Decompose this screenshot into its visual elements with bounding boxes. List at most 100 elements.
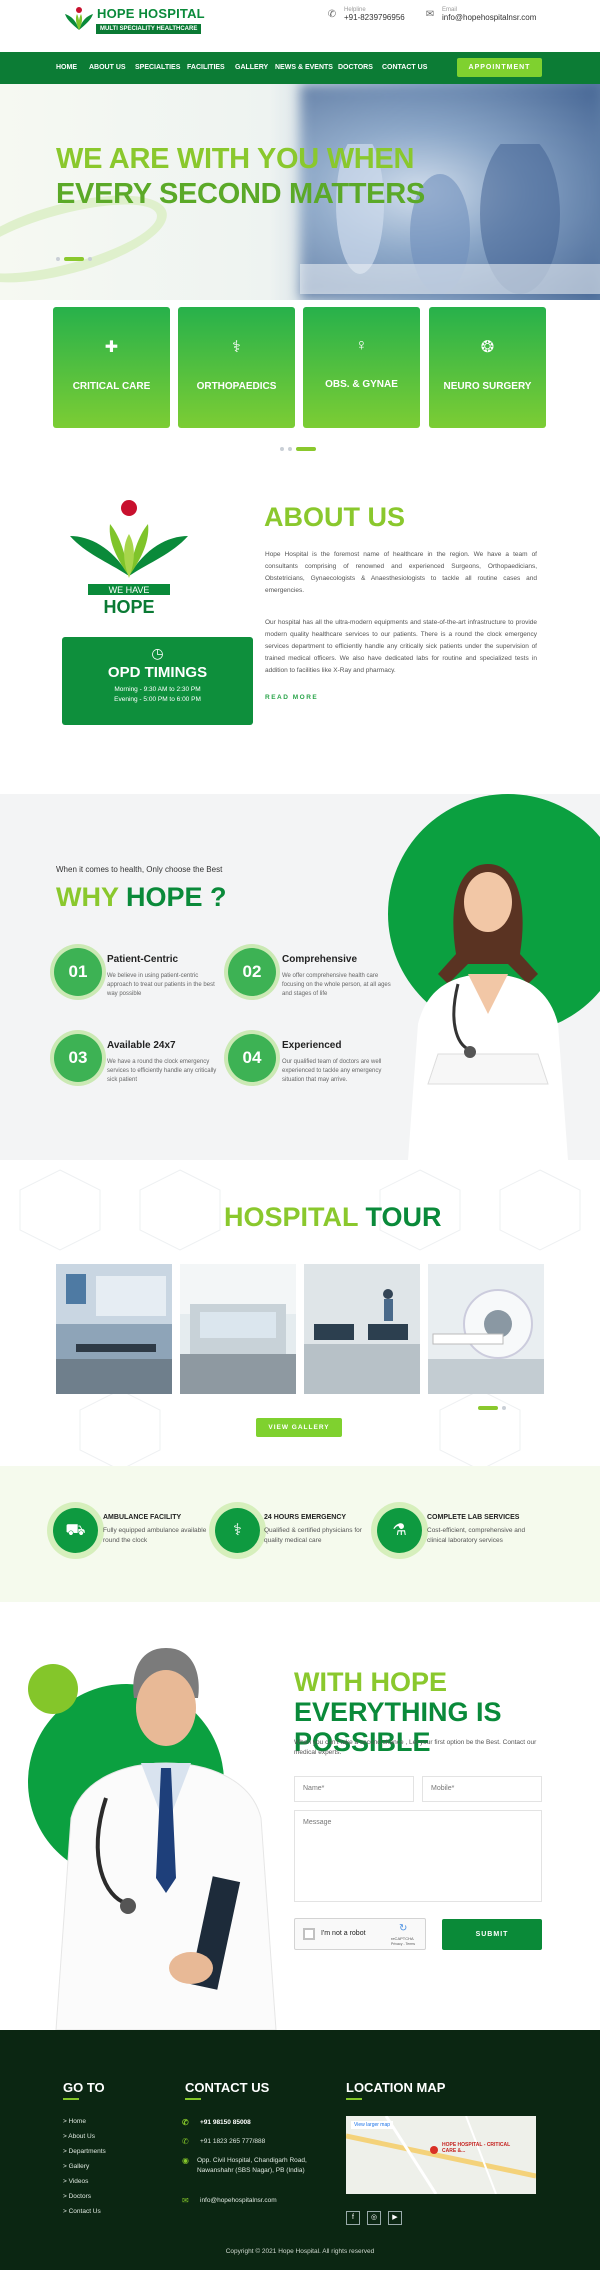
email-info[interactable]: ✉ Email info@hopehospitalnsr.com <box>424 7 537 22</box>
service-desc: Cost-efficient, comprehensive and clinic… <box>427 1527 526 1544</box>
nav-contact-us[interactable]: CONTACT US <box>382 52 427 84</box>
hero-line-2: EVERY SECOND MATTERS <box>56 178 425 210</box>
services-strip: ⛟ AMBULANCE FACILITY Fully equipped ambu… <box>0 1466 600 1602</box>
hero-slider: WE ARE WITH YOU WHEN EVERY SECOND MATTER… <box>0 84 600 300</box>
recaptcha-terms[interactable]: Privacy - Terms <box>391 1942 415 1946</box>
footer-link-gallery[interactable]: > Gallery <box>63 2159 106 2174</box>
footer-link-doctors[interactable]: > Doctors <box>63 2189 106 2204</box>
slide-dot[interactable] <box>288 447 292 451</box>
slide-dot[interactable] <box>280 447 284 451</box>
about-paragraph-2: Our hospital has all the ultra-modern eq… <box>265 619 537 674</box>
opd-morning: Morning - 9:30 AM to 2:30 PM <box>114 686 201 693</box>
email-text: info@hopehospitalnsr.com <box>200 2197 277 2204</box>
service-title: 24 HOURS EMERGENCY <box>264 1514 347 1521</box>
gallery-photo-ct-scan[interactable] <box>428 1264 544 1394</box>
slide-dot-active[interactable] <box>478 1406 498 1410</box>
feature-desc: We believe in using patient-centric appr… <box>107 973 215 997</box>
opd-evening: Evening - 5:00 PM to 6:00 PM <box>114 696 201 703</box>
title-underline <box>185 2098 201 2100</box>
nav-home[interactable]: HOME <box>56 52 77 84</box>
facebook-icon[interactable]: f <box>346 2211 360 2225</box>
location-map[interactable]: View larger map HOPE HOSPITAL - CRITICAL… <box>346 2116 536 2194</box>
footer-link-videos[interactable]: > Videos <box>63 2174 106 2189</box>
feature-title: Available 24x7 <box>107 1040 176 1051</box>
site-header: HOPE HOSPITAL MULTI SPECIALITY HEALTHCAR… <box>0 0 600 52</box>
recaptcha-checkbox[interactable] <box>303 1928 315 1940</box>
footer-address: ◉ Opp. Civil Hospital, Chandigarh Road, N… <box>182 2156 332 2176</box>
ambulance-icon: ⛟ <box>53 1508 98 1553</box>
message-field[interactable]: Message <box>294 1810 542 1902</box>
specialty-card-orthopaedics[interactable]: ⚕ ORTHOPAEDICS <box>178 307 295 428</box>
footer-phone-2[interactable]: ✆ +91 1823 265 777/888 <box>182 2137 265 2147</box>
feature-number: 02 <box>228 948 276 996</box>
read-more-link[interactable]: READ MORE <box>265 694 318 701</box>
footer-email[interactable]: ✉ info@hopehospitalnsr.com <box>182 2196 277 2206</box>
nav-specialties[interactable]: SPECIALTIES <box>135 52 180 84</box>
recaptcha-widget[interactable]: I'm not a robot ↻ reCAPTCHA Privacy - Te… <box>294 1918 426 1950</box>
appointment-button[interactable]: APPOINTMENT <box>457 58 542 77</box>
contact-subtext: When you can't take a second chance , Le… <box>294 1739 537 1756</box>
hope-logo-icon[interactable] <box>64 6 94 32</box>
feature-number: 01 <box>54 948 102 996</box>
nav-about-us[interactable]: ABOUT US <box>89 52 126 84</box>
tour-title: HOSPITAL TOUR <box>224 1202 442 1233</box>
submit-button[interactable]: SUBMIT <box>442 1919 542 1950</box>
feature-desc: Our qualified team of doctors are well e… <box>282 1059 382 1083</box>
specialty-card-obs-gynae[interactable]: ♀ OBS. & GYNAE <box>303 307 420 428</box>
recaptcha-logo-icon: ↻ <box>399 1923 408 1934</box>
heart-pulse-icon: ✚ <box>104 339 119 356</box>
slide-dot-active[interactable] <box>296 447 316 451</box>
name-field[interactable]: Name* <box>294 1776 414 1802</box>
gallery-photo-reception[interactable] <box>180 1264 296 1394</box>
nav-facilities[interactable]: FACILITIES <box>187 52 225 84</box>
about-paragraph-1: Hope Hospital is the foremost name of he… <box>265 551 537 594</box>
copyright-text: Copyright © 2021 Hope Hospital. All righ… <box>225 2248 375 2255</box>
hospital-tour-section: HOSPITAL TOUR VIEW GALLERY <box>0 1160 600 1466</box>
specialty-card-neuro-surgery[interactable]: ❂ NEURO SURGERY <box>429 307 546 428</box>
helpline-info[interactable]: ✆ Helpline +91-8239796956 <box>326 7 405 22</box>
footer-link-departments[interactable]: > Departments <box>63 2144 106 2159</box>
gallery-photo-corridor[interactable] <box>304 1264 420 1394</box>
tour-title-a: HOSPITAL <box>224 1202 366 1232</box>
specialty-card-critical-care[interactable]: ✚ CRITICAL CARE <box>53 307 170 428</box>
footer-map-title: LOCATION MAP <box>346 2080 446 2095</box>
why-title-b: HOPE ? <box>126 882 227 912</box>
phone-icon: ✆ <box>182 2137 189 2146</box>
youtube-icon[interactable]: ▶ <box>388 2211 402 2225</box>
address-text: Opp. Civil Hospital, Chandigarh Road, Na… <box>196 2157 307 2174</box>
footer-link-contact-us[interactable]: > Contact Us <box>63 2204 106 2219</box>
service-desc: Qualified & certified physicians for qua… <box>264 1527 362 1544</box>
view-gallery-button[interactable]: VIEW GALLERY <box>256 1418 342 1437</box>
slide-dot[interactable] <box>88 257 92 261</box>
footer-link-home[interactable]: > Home <box>63 2114 106 2129</box>
mobile-field[interactable]: Mobile* <box>422 1776 542 1802</box>
view-larger-map-link[interactable]: View larger map <box>351 2121 394 2129</box>
slide-dot-active[interactable] <box>64 257 84 261</box>
nav-gallery[interactable]: GALLERY <box>235 52 268 84</box>
map-place-label: HOPE HOSPITAL - CRITICAL CARE &... <box>442 2142 511 2154</box>
slide-dot[interactable] <box>502 1406 506 1410</box>
specialty-label: CRITICAL CARE <box>72 381 151 392</box>
why-title: WHY HOPE ? <box>56 882 227 913</box>
gallery-photo-waiting-area[interactable] <box>56 1264 172 1394</box>
brand-title: HOPE HOSPITAL <box>97 6 205 21</box>
flask-icon: ⚗ <box>377 1508 422 1553</box>
nav-news-events[interactable]: NEWS & EVENTS <box>275 52 333 84</box>
tour-title-b: TOUR <box>365 1202 442 1232</box>
slide-dot[interactable] <box>56 257 60 261</box>
specialty-label: OBS. & GYNAE <box>325 379 398 390</box>
location-pin-icon: ◉ <box>182 2156 189 2165</box>
footer-phone-1[interactable]: ✆ +91 98150 85008 <box>182 2118 251 2128</box>
email-address: info@hopehospitalnsr.com <box>442 13 537 22</box>
logo-tag-we-have: WE HAVE <box>109 585 150 595</box>
phone-icon: ✆ <box>182 2118 189 2127</box>
footer-contact-title: CONTACT US <box>185 2080 270 2095</box>
opd-title: OPD TIMINGS <box>107 664 208 681</box>
footer-link-about-us[interactable]: > About Us <box>63 2129 106 2144</box>
feature-title: Comprehensive <box>282 954 358 965</box>
nav-doctors[interactable]: DOCTORS <box>338 52 373 84</box>
footer-links: > Home > About Us > Departments > Galler… <box>63 2114 106 2219</box>
logo-tag-hope: HOPE <box>103 597 154 617</box>
instagram-icon[interactable]: ◎ <box>367 2211 381 2225</box>
about-title: ABOUT US <box>264 502 405 532</box>
